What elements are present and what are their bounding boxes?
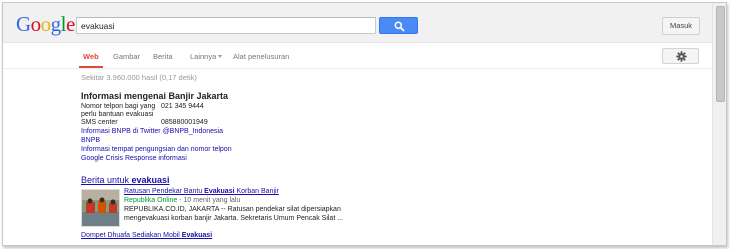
news-second-prefix: Dompet Dhuafa Sediakan Mobil xyxy=(81,232,182,239)
info-value-phone: 021 345 9444 xyxy=(161,103,204,110)
news-snippet-line-2: mengevakuasi korban banjir Jakarta. Sekr… xyxy=(124,215,344,222)
info-row-phone: Nomor telpon bagi yang perlu bantuan eva… xyxy=(81,103,281,118)
vertical-scrollbar[interactable] xyxy=(712,3,726,245)
news-section-header[interactable]: Berita untuk evakuasi xyxy=(81,175,170,185)
news-article-second[interactable]: Dompet Dhuafa Sediakan Mobil Evakuasi xyxy=(81,232,212,239)
info-label-sms: SMS center xyxy=(81,119,118,126)
search-input[interactable] xyxy=(76,17,376,34)
news-photo xyxy=(82,190,119,226)
logo-letter-g2: g xyxy=(50,12,62,36)
news-title-bold: Evakuasi xyxy=(204,188,235,195)
scrollbar-thumb[interactable] xyxy=(716,6,725,102)
top-bar: Google Masuk xyxy=(3,3,712,43)
info-link-bnpb[interactable]: BNPB xyxy=(81,137,100,144)
tab-more[interactable]: Lainnya xyxy=(190,52,223,61)
browser-frame: Google Masuk Web Gambar Berita Lainnya A… xyxy=(2,2,727,246)
news-thumbnail[interactable] xyxy=(81,189,120,227)
caret-down-icon xyxy=(218,55,223,58)
gear-icon xyxy=(676,51,687,62)
info-value-sms: 085880001949 xyxy=(161,119,208,126)
news-snippet-line-1: REPUBLIKA.CO.ID, JAKARTA -- Ratusan pend… xyxy=(124,206,341,213)
signin-button[interactable]: Masuk xyxy=(662,17,700,35)
logo-letter-o2: o xyxy=(40,12,52,36)
info-link-bnpb-twitter[interactable]: Informasi BNPB di Twitter @BNPB_Indonesi… xyxy=(81,128,223,135)
tab-more-label: Lainnya xyxy=(190,52,217,61)
tab-web[interactable]: Web xyxy=(83,52,99,61)
active-tab-indicator xyxy=(79,66,103,68)
info-label-phone: Nomor telpon bagi yang perlu bantuan eva… xyxy=(81,103,156,118)
settings-button[interactable] xyxy=(662,48,699,64)
news-article-title[interactable]: Ratusan Pendekar Bantu Evakuasi Korban B… xyxy=(124,188,279,195)
result-stats: Sekitar 3.960.000 hasil (0,17 detik) xyxy=(81,73,197,82)
news-title-prefix: Ratusan Pendekar Bantu xyxy=(124,188,205,195)
news-header-query: evakuasi xyxy=(131,175,170,185)
google-logo[interactable]: Google xyxy=(16,14,75,35)
search-button[interactable] xyxy=(379,17,418,34)
news-source: Republika Online xyxy=(124,197,178,204)
news-time: - 10 menit yang lalu xyxy=(177,197,241,204)
info-link-shelter[interactable]: Informasi tempat pengungsian dan nomor t… xyxy=(81,146,232,153)
tab-search-tools[interactable]: Alat penelusuran xyxy=(233,52,289,61)
tab-images[interactable]: Gambar xyxy=(113,52,140,61)
search-icon xyxy=(394,21,405,32)
news-header-prefix: Berita untuk xyxy=(81,175,132,185)
news-source-line: Republika Online - 10 menit yang lalu xyxy=(124,197,240,204)
news-title-suffix: Korban Banjir xyxy=(234,188,279,195)
info-link-crisis-response[interactable]: Google Crisis Response informasi xyxy=(81,155,187,162)
info-box-title: Informasi mengenai Banjir Jakarta xyxy=(81,91,229,101)
tab-news[interactable]: Berita xyxy=(153,52,173,61)
logo-letter-o1: o xyxy=(30,12,42,36)
nav-bar: Web Gambar Berita Lainnya Alat penelusur… xyxy=(3,43,712,69)
news-second-bold: Evakuasi xyxy=(181,232,213,239)
info-row-sms: SMS center 085880001949 xyxy=(81,119,281,127)
logo-letter-g: G xyxy=(16,12,31,36)
logo-letter-e: e xyxy=(66,12,75,36)
